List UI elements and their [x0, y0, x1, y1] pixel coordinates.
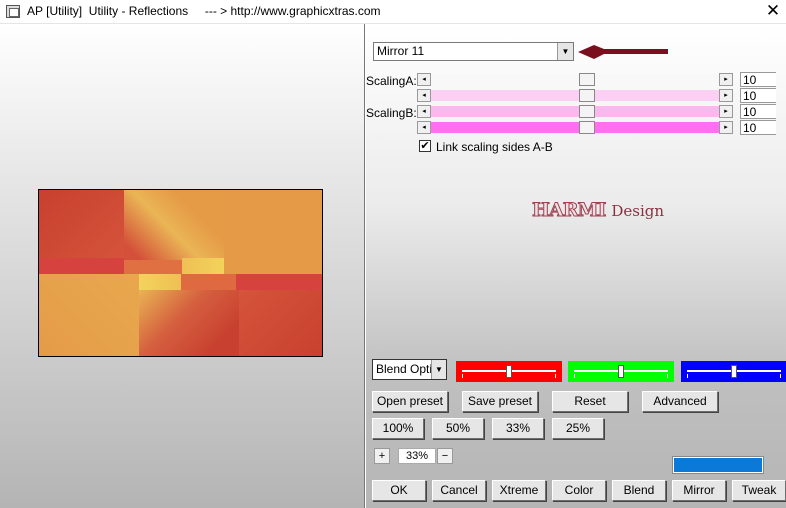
zoom-33-button[interactable]: 33%: [492, 418, 544, 439]
slider-thumb[interactable]: [579, 89, 595, 102]
watermark-text: Design: [611, 202, 665, 220]
slider-thumb[interactable]: [618, 365, 624, 378]
scaling-a-label: ScalingA:: [366, 74, 417, 88]
annotation-arrow-icon: [578, 45, 668, 59]
arrow-right-icon[interactable]: ▸: [719, 121, 733, 134]
color-button[interactable]: Color: [552, 480, 606, 501]
scaling-b-label: ScalingB:: [366, 106, 417, 120]
preset-value: Mirror 11: [377, 44, 425, 58]
chevron-down-icon[interactable]: ▼: [431, 360, 446, 379]
preset-dropdown[interactable]: Mirror 11 ▼: [373, 42, 574, 61]
advanced-button[interactable]: Advanced: [642, 391, 718, 412]
app-icon: [6, 5, 20, 18]
arrow-right-icon[interactable]: ▸: [719, 105, 733, 118]
close-button[interactable]: ✕: [760, 0, 786, 23]
blend-button[interactable]: Blend: [612, 480, 666, 501]
slider-thumb[interactable]: [579, 121, 595, 134]
preview-panel: [0, 24, 364, 508]
link-scaling-checkbox[interactable]: ✔: [419, 140, 431, 152]
scaling-b-slider-1[interactable]: ◂ ▸: [417, 105, 733, 118]
arrow-left-icon[interactable]: ◂: [417, 121, 431, 134]
red-channel-slider[interactable]: [456, 361, 562, 382]
slider-thumb[interactable]: [579, 73, 595, 86]
tweak-button[interactable]: Tweak: [732, 480, 786, 501]
slider-thumb[interactable]: [731, 365, 737, 378]
controls-panel: Mirror 11 ▼ ScalingA: ScalingB: ◂ ▸ 10 ◂…: [366, 24, 786, 508]
link-scaling-label[interactable]: Link scaling sides A-B: [436, 140, 553, 154]
blend-value: Blend Optio: [376, 362, 439, 376]
ok-button[interactable]: OK: [372, 480, 426, 501]
zoom-50-button[interactable]: 50%: [432, 418, 484, 439]
arrow-left-icon[interactable]: ◂: [417, 89, 431, 102]
window-title: AP [Utility] Utility - Reflections --- >…: [27, 4, 381, 18]
save-preset-button[interactable]: Save preset: [462, 391, 538, 412]
slider-track[interactable]: [431, 106, 719, 117]
harmi-design-watermark: HARMI Design: [531, 199, 665, 222]
slider-thumb[interactable]: [579, 105, 595, 118]
slider-track[interactable]: [431, 90, 719, 101]
green-channel-slider[interactable]: [568, 361, 674, 382]
reset-button[interactable]: Reset: [552, 391, 628, 412]
slider-track[interactable]: [431, 74, 719, 85]
arrow-right-icon[interactable]: ▸: [719, 73, 733, 86]
mirror-button[interactable]: Mirror: [672, 480, 726, 501]
blue-channel-slider[interactable]: [681, 361, 786, 382]
zoom-100-button[interactable]: 100%: [372, 418, 424, 439]
chevron-down-icon[interactable]: ▼: [557, 43, 573, 60]
open-preset-button[interactable]: Open preset: [372, 391, 448, 412]
scaling-a-value-1[interactable]: 10: [740, 72, 776, 87]
scaling-b-slider-2[interactable]: ◂ ▸: [417, 121, 733, 134]
scaling-a-slider-1[interactable]: ◂ ▸: [417, 73, 733, 86]
slider-thumb[interactable]: [506, 365, 512, 378]
scaling-a-value-2[interactable]: 10: [740, 88, 776, 103]
watermark-logo: HARMI: [531, 199, 606, 222]
scaling-b-value-2[interactable]: 10: [740, 120, 776, 135]
arrow-left-icon[interactable]: ◂: [417, 73, 431, 86]
cancel-button[interactable]: Cancel: [432, 480, 486, 501]
xtreme-button[interactable]: Xtreme: [492, 480, 546, 501]
scaling-b-value-1[interactable]: 10: [740, 104, 776, 119]
zoom-in-button[interactable]: +: [374, 448, 390, 464]
zoom-out-button[interactable]: −: [437, 448, 453, 464]
arrow-right-icon[interactable]: ▸: [719, 89, 733, 102]
scaling-a-slider-2[interactable]: ◂ ▸: [417, 89, 733, 102]
title-bar: AP [Utility] Utility - Reflections --- >…: [0, 0, 786, 24]
blend-options-dropdown[interactable]: Blend Optio ▼: [372, 359, 447, 380]
zoom-value[interactable]: 33%: [398, 448, 436, 464]
zoom-25-button[interactable]: 25%: [552, 418, 604, 439]
color-swatch[interactable]: [672, 456, 764, 474]
slider-track[interactable]: [431, 122, 719, 133]
preview-image: [38, 189, 323, 357]
annotation-arrow-shape: [578, 45, 668, 59]
arrow-left-icon[interactable]: ◂: [417, 105, 431, 118]
